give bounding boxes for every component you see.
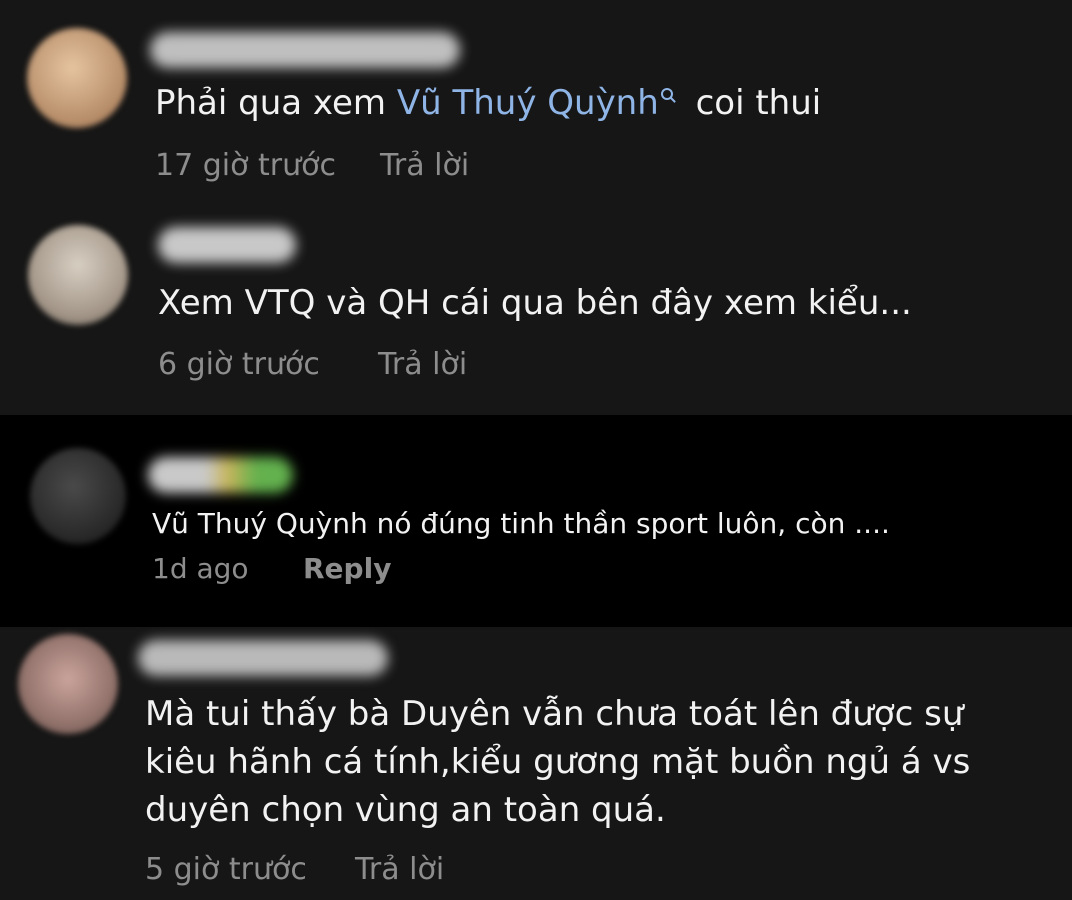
blurred-username[interactable] [150, 32, 460, 68]
comment-text-suffix: coi thui [684, 83, 822, 123]
comment-text-line: kiêu hãnh cá tính,kiểu gương mặt buồn ng… [145, 742, 971, 782]
reply-button[interactable]: Trả lời [355, 852, 444, 888]
comment-text: Vũ Thuý Quỳnh nó đúng tinh thần sport lu… [152, 507, 890, 540]
timestamp: 17 giờ trước [155, 148, 336, 183]
blurred-username[interactable] [148, 457, 293, 493]
blurred-username[interactable] [158, 227, 296, 263]
avatar[interactable] [18, 634, 118, 734]
blurred-username[interactable] [138, 640, 388, 676]
search-icon[interactable] [660, 88, 673, 100]
comment-text-line: duyên chọn vùng an toàn quá. [145, 790, 666, 830]
comment-text-prefix: Phải qua xem [155, 83, 397, 123]
timestamp: 1d ago [152, 552, 249, 585]
avatar[interactable] [30, 448, 126, 544]
avatar[interactable] [27, 28, 127, 128]
comment-item: Mà tui thấy bà Duyên vẫn chưa toát lên đ… [0, 627, 1072, 900]
avatar[interactable] [28, 225, 128, 325]
mention-link[interactable]: Vũ Thuý Quỳnh [397, 83, 659, 123]
reply-button[interactable]: Reply [303, 551, 391, 587]
comment-text: Xem VTQ và QH cái qua bên đây xem kiểu..… [158, 283, 912, 323]
comment-item: Xem VTQ và QH cái qua bên đây xem kiểu..… [0, 205, 1072, 415]
comment-text: Phải qua xem Vũ Thuý Quỳnh coi thui [155, 82, 821, 124]
comment-text-line: Mà tui thấy bà Duyên vẫn chưa toát lên đ… [145, 694, 964, 734]
timestamp: 6 giờ trước [158, 347, 320, 382]
timestamp: 5 giờ trước [145, 852, 307, 887]
comment-item: Phải qua xem Vũ Thuý Quỳnh coi thui 17 g… [0, 0, 1072, 205]
reply-button[interactable]: Trả lời [378, 347, 467, 383]
reply-button[interactable]: Trả lời [380, 148, 469, 184]
comment-item: Vũ Thuý Quỳnh nó đúng tinh thần sport lu… [0, 415, 1072, 627]
